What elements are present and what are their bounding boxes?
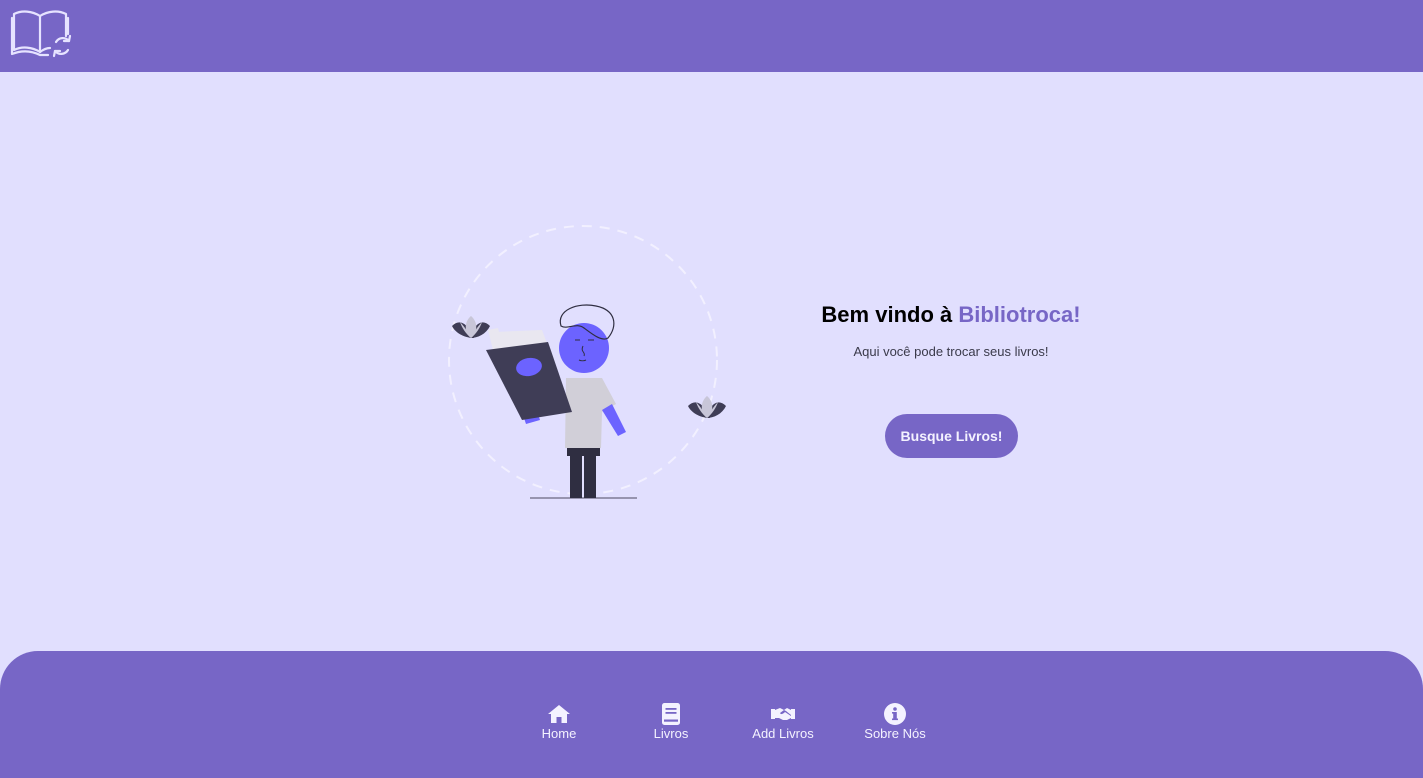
book-icon [659, 703, 683, 725]
home-icon [547, 703, 571, 725]
hero-subtitle: Aqui você pode trocar seus livros! [853, 344, 1049, 359]
nav-label-livros: Livros [653, 726, 689, 741]
top-bar [0, 0, 1423, 72]
footer-nav: Home Livros Add Livros Sobre Nós [503, 703, 951, 741]
search-books-button[interactable]: Busque Livros! [885, 414, 1018, 458]
hero-title-prefix: Bem vindo à [821, 302, 959, 327]
plant-left [452, 316, 490, 338]
nav-item-home[interactable]: Home [503, 703, 615, 741]
nav-item-sobre-nos[interactable]: Sobre Nós [839, 703, 951, 741]
nav-item-livros[interactable]: Livros [615, 703, 727, 741]
nav-label-home: Home [541, 726, 577, 741]
nav-label-sobre-nos: Sobre Nós [864, 726, 926, 741]
nav-label-add-livros: Add Livros [752, 726, 814, 741]
info-icon [883, 703, 907, 725]
plant-right [688, 396, 726, 418]
hero-title: Bem vindo à Bibliotroca! [760, 300, 1142, 330]
person-reading-book-illustration [448, 225, 726, 499]
handshake-icon [771, 703, 795, 725]
footer-nav-bar: Home Livros Add Livros Sobre Nós [0, 651, 1423, 778]
nav-item-add-livros[interactable]: Add Livros [727, 703, 839, 741]
hero-section: Bem vindo à Bibliotroca! Aqui você pode … [0, 72, 1423, 651]
hero-text: Bem vindo à Bibliotroca! Aqui você pode … [760, 300, 1142, 359]
brand-name: Bibliotroca! [958, 302, 1081, 327]
book-exchange-icon[interactable] [10, 8, 74, 60]
